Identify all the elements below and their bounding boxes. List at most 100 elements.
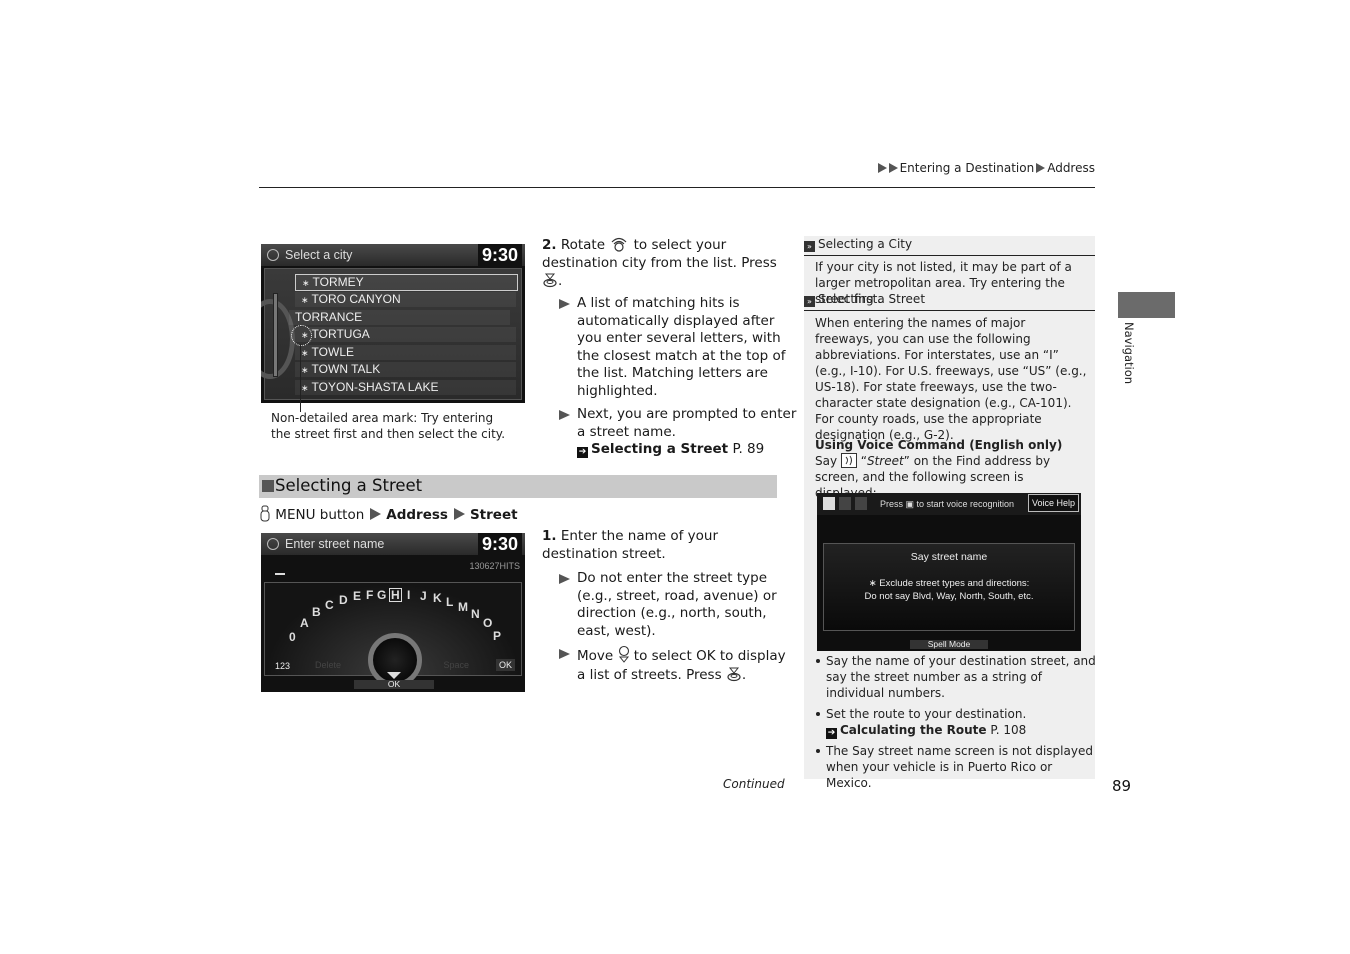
ok-button[interactable]: OK <box>354 680 434 689</box>
header-rule <box>259 187 1095 188</box>
city-row[interactable]: ∗ TORO CANYON <box>295 292 516 307</box>
delete-key[interactable]: Delete <box>315 660 341 670</box>
city-row[interactable]: ∗ TOYON-SHASTA LAKE <box>295 380 516 395</box>
step-1: 1. Enter the name of your destination st… <box>542 528 778 563</box>
numbers-key[interactable]: 123 <box>275 661 290 671</box>
city-row[interactable]: TORRANCE <box>289 310 510 325</box>
voice-icon <box>855 497 867 510</box>
step-1-bullet: Move to select OK to display a list of s… <box>559 645 797 684</box>
key[interactable]: G <box>377 588 386 602</box>
home-icon <box>267 538 279 550</box>
breadcrumb-item[interactable]: Entering a Destination <box>900 161 1035 175</box>
triangle-icon <box>1036 163 1046 173</box>
key[interactable]: L <box>446 595 453 609</box>
voice-command-title: Using Voice Command (English only) <box>815 438 1063 452</box>
key[interactable]: C <box>325 598 334 612</box>
down-arrow-icon <box>387 672 401 679</box>
triangle-icon <box>370 508 382 520</box>
key[interactable]: 0 <box>289 630 296 644</box>
key-highlighted[interactable]: H <box>389 588 402 602</box>
callout-circle <box>291 325 312 346</box>
voice-hint-line: Do not say Blvd, Way, North, South, etc. <box>864 591 1034 602</box>
bullet-text: Next, you are prompted to enter a street… <box>577 406 797 440</box>
screen-header: Select a city 9:30 <box>261 244 525 266</box>
key[interactable]: J <box>420 589 427 603</box>
bullet-text: A list of matching hits is automatically… <box>577 295 786 399</box>
bullet-text: Do not enter the street type (e.g., stre… <box>577 570 777 639</box>
note-bullet: The Say street name screen is not displa… <box>815 743 1098 791</box>
voice-message-box: Say street name ∗ Exclude street types a… <box>823 543 1075 631</box>
key[interactable]: I <box>407 588 410 602</box>
rotate-knob-icon <box>611 237 627 252</box>
key[interactable]: P <box>493 629 501 643</box>
city-row[interactable]: ∗ TORTUGA <box>295 327 516 342</box>
voice-help-button[interactable]: Voice Help <box>1027 494 1079 512</box>
double-chevron-icon: » <box>804 296 815 307</box>
press-knob-icon <box>543 273 557 288</box>
key[interactable]: E <box>353 589 361 603</box>
key[interactable]: N <box>471 607 480 621</box>
ok-key[interactable]: OK <box>495 659 515 671</box>
bullet-text: Move <box>577 648 614 664</box>
page-number: 89 <box>1112 777 1132 795</box>
scrollbar[interactable] <box>273 293 278 377</box>
text-cursor <box>275 573 285 575</box>
hit-count: 130627HITS <box>469 561 520 571</box>
xref-label: Selecting a Street <box>591 441 729 457</box>
cross-reference-link[interactable]: ➔ Selecting a Street P. 89 <box>577 441 764 458</box>
step-1-bullet: Do not enter the street type (e.g., stre… <box>559 570 797 640</box>
city-name: TORMEY <box>312 275 364 289</box>
key[interactable]: M <box>458 600 468 614</box>
note-text: Set the route to your destination. <box>826 707 1027 721</box>
section-title: Selecting a Street <box>275 476 423 495</box>
clock: 9:30 <box>477 244 522 266</box>
continued-label: Continued <box>723 777 785 791</box>
key[interactable]: B <box>312 605 321 619</box>
step-text: Enter the name of your destination stree… <box>542 528 719 562</box>
callout-leader-line <box>300 344 301 412</box>
xref-arrow-icon: ➔ <box>577 447 588 458</box>
voice-message-title: Say street name <box>910 551 988 563</box>
chapter-tab-label: Navigation <box>1122 322 1136 385</box>
clock: 9:30 <box>477 533 522 555</box>
chapter-tab[interactable] <box>1118 292 1175 318</box>
space-key[interactable]: Space <box>443 660 469 670</box>
non-detailed-mark-icon: ∗ <box>301 383 309 393</box>
note-text: When entering the names of major freeway… <box>815 316 1087 442</box>
note-bullet: Set the route to your destination. ➔ Calc… <box>815 706 1098 739</box>
square-bullet-icon <box>262 480 274 492</box>
screen-title: Enter street name <box>285 537 385 551</box>
home-icon <box>267 249 279 261</box>
note-heading-text: Selecting a City <box>818 237 913 251</box>
breadcrumb-item[interactable]: Address <box>1047 161 1095 175</box>
non-detailed-mark-icon: ∗ <box>301 365 309 375</box>
menu-button-label: MENU button <box>275 507 365 523</box>
voice-keyword: Street <box>866 454 904 468</box>
bullet-text: . <box>741 666 747 683</box>
note-heading-text: Selecting a Street <box>818 292 926 306</box>
step-2-bullet: Next, you are prompted to enter a street… <box>559 406 797 459</box>
key[interactable]: O <box>483 616 492 630</box>
arrow-icon <box>559 299 570 309</box>
city-row[interactable]: ∗ TOWLE <box>295 345 516 360</box>
voice-prompt: Press ▣ to start voice recognition <box>880 499 1015 509</box>
screen-title: Select a city <box>285 248 353 262</box>
step-2: 2. Rotate to select your destination cit… <box>542 236 778 291</box>
xref-arrow-icon: ➔ <box>826 728 837 739</box>
note-heading: » Selecting a Street <box>804 292 1095 307</box>
key[interactable]: F <box>366 588 373 602</box>
key[interactable]: A <box>300 616 309 630</box>
key[interactable]: D <box>339 593 348 607</box>
arrow-icon <box>559 649 570 659</box>
menu-path: MENU button Address Street <box>259 505 518 525</box>
key[interactable]: K <box>433 591 442 605</box>
city-name: TOWN TALK <box>311 362 381 376</box>
city-row[interactable]: ∗ TOWN TALK <box>295 362 516 377</box>
spell-mode-button[interactable]: Spell Mode <box>910 640 988 649</box>
city-row[interactable]: ∗ TORMEY <box>295 274 518 291</box>
cross-reference-link[interactable]: ➔ Calculating the Route P. 108 <box>826 723 1026 739</box>
press-knob-icon <box>727 667 741 681</box>
double-chevron-icon: » <box>804 241 815 252</box>
step-2-bullet: A list of matching hits is automatically… <box>559 295 797 400</box>
voice-icon <box>839 497 851 510</box>
